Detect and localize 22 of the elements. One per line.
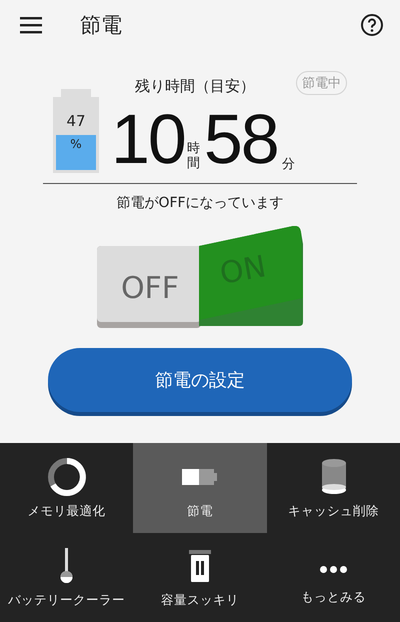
remaining-time-label: 残り時間（目安） [135, 76, 255, 96]
percent-sign: % [69, 137, 83, 151]
status-message: 節電がOFFになっています [116, 194, 284, 212]
nav-item[interactable]: キャッシュ削除 [267, 443, 400, 533]
nav-item[interactable]: もっとみる [267, 533, 400, 622]
battery-percent: 47 [65, 113, 87, 129]
settings-button[interactable]: 節電の設定 [48, 348, 352, 412]
nav-item[interactable]: バッテリークーラー [0, 533, 133, 622]
nav-item[interactable]: 容量スッキリ [133, 533, 267, 622]
help-icon[interactable] [360, 13, 384, 37]
hours-unit: 時間 [186, 142, 200, 171]
saving-badge: 節電中 [296, 71, 347, 95]
hours-value: 10 [111, 101, 185, 177]
nav-item[interactable]: メモリ最適化 [0, 443, 133, 533]
minutes-value: 58 [204, 101, 278, 177]
menu-icon[interactable] [20, 16, 42, 34]
battery-icon [53, 89, 99, 173]
more-icon [320, 566, 347, 572]
nav-item[interactable]: 節電 [133, 443, 267, 533]
minutes-unit: 分 [282, 156, 295, 173]
ring-icon [46, 456, 86, 496]
screen-title: 節電 [80, 12, 123, 39]
